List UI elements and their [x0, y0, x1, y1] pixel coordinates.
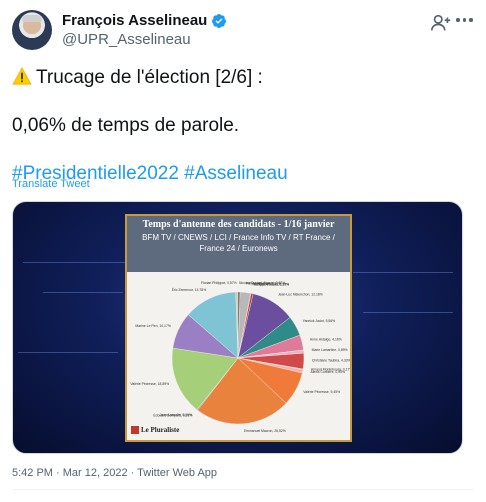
pie-slice-label: Christiane Taubira, 4,33% [312, 359, 350, 363]
pie-slice-label: Anne Hidalgo, 4,16% [310, 338, 342, 342]
chart-subtitle: BFM TV / CNEWS / LCI / France Info TV / … [142, 233, 335, 253]
more-icon[interactable] [456, 18, 474, 24]
tweet-line-1-text: Trucage de l'élection [2/6] : [36, 67, 263, 88]
chart-card: Temps d'antenne des candidats - 1/16 jan… [125, 214, 352, 442]
pie-slice-label: Jean-Luc Mélenchon, 12,18% [278, 293, 323, 297]
publisher-logo: Le Pluraliste [131, 426, 179, 434]
tweet-timestamp[interactable]: 5:42 PM · Mar 12, 2022 · Twitter Web App [12, 467, 217, 479]
tweet-line-1: Trucage de l'élection [2/6] : [12, 66, 474, 90]
pie-slice-label: Marie Lamartine, 0,89% [312, 348, 348, 352]
pie-slice-label: Marine Le Pen, 10,17% [135, 324, 170, 328]
pie-slice-label: Yannick Jadot, 5,56% [303, 319, 336, 323]
divider [12, 489, 474, 490]
follow-icon[interactable] [430, 12, 452, 34]
translate-tweet-link[interactable]: Translate Tweet [12, 178, 90, 190]
pie-slice-label: Éric Zemmour, 14,78% [172, 287, 206, 292]
pie-chart: Fabien Roussel, 2,91%Nathalie Arthaud, 0… [130, 281, 350, 433]
pie-slice-label: Emmanuel Macron, 26,52% [244, 429, 286, 433]
verified-badge-icon [212, 13, 227, 28]
user-handle[interactable]: @UPR_Asselineau [62, 31, 191, 48]
pie-slice-label: Valérie Pécresse, 18,89% [130, 382, 169, 386]
pie-slice-label: Nicolas Dupont-Aignan, 0,57% [239, 281, 285, 285]
chart-title: Temps d'antenne des candidats - 1/16 jan… [142, 219, 335, 230]
name-row: François Asselineau [62, 12, 227, 29]
tweet-header: François Asselineau @UPR_Asselineau [12, 10, 474, 50]
avatar[interactable] [12, 10, 52, 50]
chart-header: Temps d'antenne des candidats - 1/16 jan… [127, 216, 350, 272]
pie-slice-label: Valérie Pécresse, 9,45% [303, 390, 340, 394]
display-name[interactable]: François Asselineau [62, 12, 207, 29]
pie-slice-label: Alexis Corbière, 0,93% [310, 370, 345, 374]
pie-slice-label: Jean Lassalle, 0,06% [160, 413, 192, 417]
tweet-line-2: 0,06% de temps de parole. [12, 115, 240, 136]
pie-slice-label: Florian Philippot, 0,57% [201, 281, 237, 285]
warning-icon [12, 67, 32, 85]
tweet-image[interactable]: Temps d'antenne des candidats - 1/16 jan… [12, 201, 463, 454]
logo-text: Le Pluraliste [141, 426, 180, 434]
